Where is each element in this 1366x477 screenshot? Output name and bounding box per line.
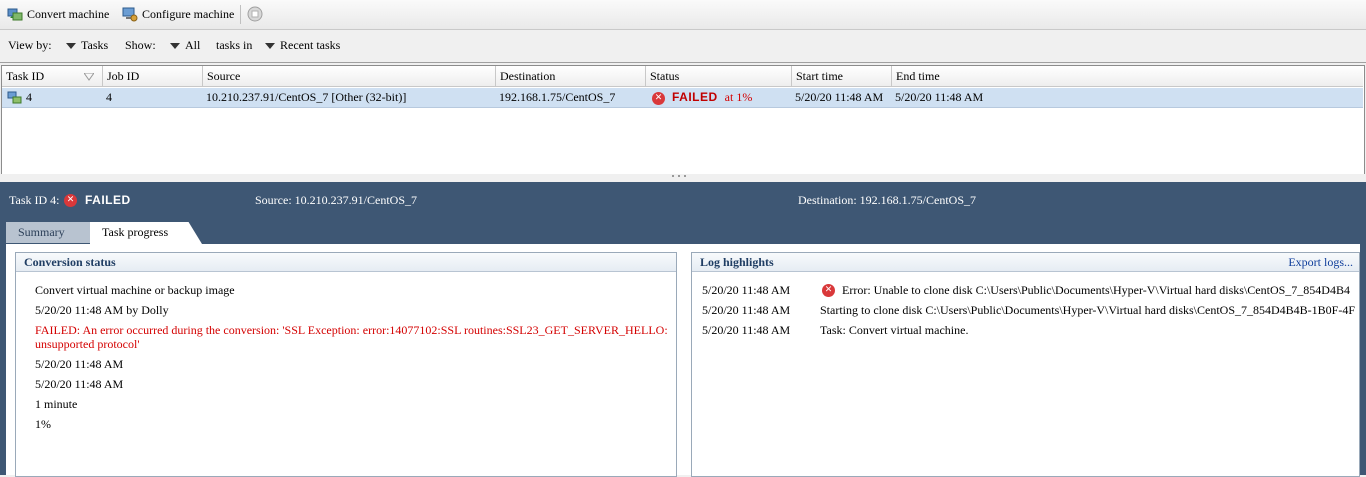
column-header-end-time[interactable]: End time [892, 66, 1363, 87]
column-header-label: Job ID [107, 69, 140, 83]
view-by-dropdown[interactable]: Tasks [66, 38, 108, 53]
status-progress: at 1% [724, 90, 753, 104]
detail-destination: Destination: 192.168.1.75/CentOS_7 [798, 193, 976, 208]
view-by-value: Tasks [81, 38, 109, 52]
log-entry-message: Task: Convert virtual machine. [820, 323, 969, 337]
log-entry-time: 5/20/20 11:48 AM [702, 323, 791, 337]
column-header-task-id[interactable]: Task ID [2, 66, 103, 87]
conversion-created: 5/20/20 11:48 AM by Dolly [35, 303, 169, 317]
conversion-end-time: 5/20/20 11:48 AM [35, 377, 124, 391]
table-row[interactable]: 4 4 10.210.237.91/CentOS_7 [Other (32-bi… [2, 88, 1363, 108]
configure-machine-button[interactable]: Configure machine [122, 5, 234, 23]
tab-task-progress[interactable]: Task progress [90, 222, 202, 244]
conversion-error-line-2: unsupported protocol' [35, 337, 140, 351]
column-header-job-id[interactable]: Job ID [103, 66, 203, 87]
column-header-label: Task ID [6, 69, 45, 83]
status-cell: ✕ FAILED at 1% [652, 88, 752, 107]
start-time-cell: 5/20/20 11:48 AM [795, 90, 884, 104]
job-id-cell: 4 [106, 90, 112, 104]
tasks-in-label: tasks in [216, 38, 253, 52]
column-header-label: Source [207, 69, 241, 83]
task-icon [7, 91, 22, 104]
column-header-label: End time [896, 69, 940, 83]
destination-cell: 192.168.1.75/CentOS_7 [499, 90, 616, 104]
column-header-source[interactable]: Source [203, 66, 496, 87]
show-value: All [185, 38, 201, 52]
tab-content: Conversion status Convert virtual machin… [6, 244, 1360, 477]
chevron-down-icon [170, 42, 180, 49]
tab-summary[interactable]: Summary [6, 222, 90, 243]
detail-destination-value: 192.168.1.75/CentOS_7 [859, 193, 977, 207]
conversion-error-line-1: FAILED: An error occurred during the con… [35, 323, 668, 337]
log-highlights-group: Log highlights Export logs... 5/20/20 11… [691, 252, 1360, 477]
column-header-destination[interactable]: Destination [496, 66, 646, 87]
error-icon: ✕ [652, 91, 665, 105]
detail-source-value: 10.210.237.91/CentOS_7 [294, 193, 417, 207]
task-id-cell: 4 [7, 88, 32, 107]
end-time-cell: 5/20/20 11:48 AM [895, 90, 984, 104]
source-cell: 10.210.237.91/CentOS_7 [Other (32-bit)] [206, 90, 407, 104]
column-header-status[interactable]: Status [646, 66, 792, 87]
log-entry-message: Starting to clone disk C:\Users\Public\D… [820, 303, 1356, 317]
detail-status: FAILED [85, 193, 131, 207]
conversion-duration: 1 minute [35, 397, 78, 411]
convert-machine-label: Convert machine [27, 6, 110, 21]
column-header-label: Destination [500, 69, 556, 83]
conversion-status-title: Conversion status [16, 253, 676, 272]
export-logs-link[interactable]: Export logs... [1288, 255, 1353, 270]
view-by-label: View by: [8, 38, 52, 52]
splitter-handle[interactable] [0, 174, 1366, 182]
task-id: 4 [26, 90, 32, 104]
error-icon: ✕ [822, 284, 835, 297]
conversion-progress: 1% [35, 417, 51, 431]
configure-machine-label: Configure machine [142, 6, 235, 21]
detail-destination-label: Destination: [798, 193, 857, 207]
sort-icon [84, 73, 94, 81]
filter-bar: View by: Tasks Show: All tasks in Recent… [0, 30, 1366, 63]
chevron-down-icon [265, 42, 275, 49]
stop-button[interactable] [247, 5, 263, 23]
detail-source: Source: 10.210.237.91/CentOS_7 [255, 193, 417, 208]
log-highlights-title: Log highlights [692, 253, 1359, 272]
chevron-down-icon [66, 42, 76, 49]
detail-task-label: Task ID 4: [9, 193, 60, 207]
log-entry-time: 5/20/20 11:48 AM [702, 283, 791, 297]
error-icon: ✕ [64, 194, 77, 207]
task-grid: Task ID Job ID Source Destination Status… [1, 65, 1365, 175]
column-header-label: Status [650, 69, 680, 83]
tasks-in-dropdown[interactable]: Recent tasks [265, 38, 340, 53]
tasks-in-value: Recent tasks [280, 38, 341, 52]
toolbar: Convert machine Configure machine [0, 0, 1366, 30]
column-header-start-time[interactable]: Start time [792, 66, 892, 87]
convert-machine-button[interactable]: Convert machine [7, 5, 109, 23]
stop-icon [247, 6, 263, 22]
log-entry-message: Error: Unable to clone disk C:\Users\Pub… [842, 283, 1350, 297]
log-entry-time: 5/20/20 11:48 AM [702, 303, 791, 317]
show-label: Show: [125, 38, 156, 52]
toolbar-separator [240, 5, 241, 24]
conversion-status-group: Conversion status Convert virtual machin… [15, 252, 677, 477]
convert-machine-icon [7, 8, 23, 21]
column-header-label: Start time [796, 69, 843, 83]
detail-source-label: Source: [255, 193, 292, 207]
configure-machine-icon [122, 7, 138, 22]
grip-icon [672, 175, 686, 177]
conversion-task-name: Convert virtual machine or backup image [35, 283, 235, 297]
conversion-start-time: 5/20/20 11:48 AM [35, 357, 124, 371]
show-dropdown[interactable]: All [170, 38, 200, 53]
status-badge: FAILED [672, 90, 718, 104]
